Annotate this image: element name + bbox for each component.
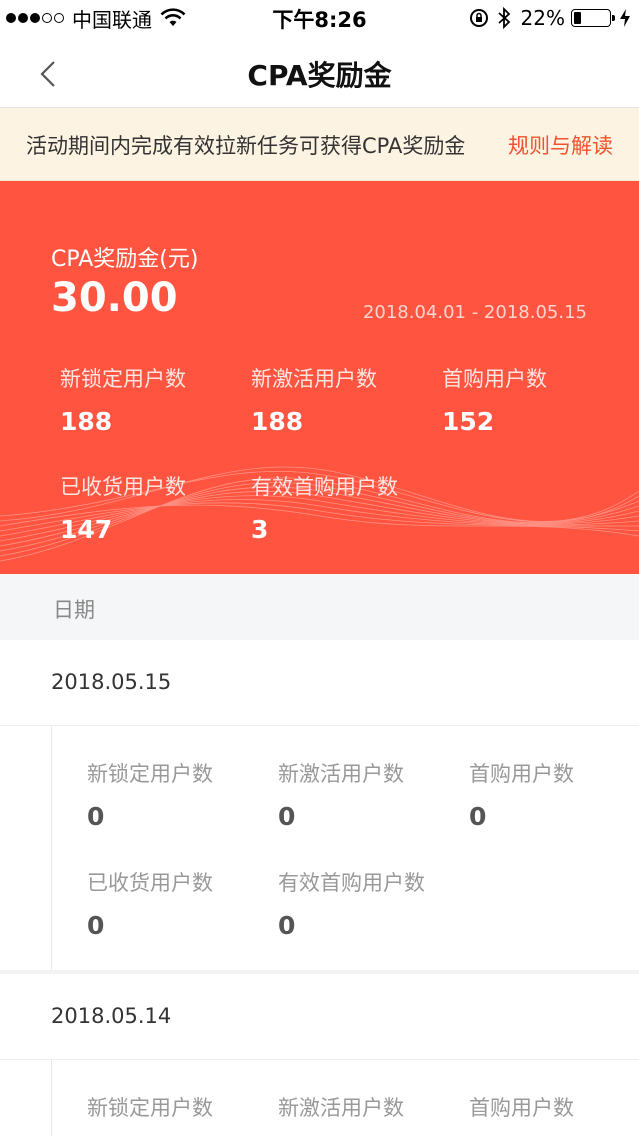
day-stat-received-users: 已收货用户数 0 [87,867,213,940]
stat-label: 新激活用户数 [278,762,404,786]
stat-label: 有效首购用户数 [278,871,425,895]
stat-label: 新激活用户数 [278,1096,404,1120]
day-stats: 新锁定用户数 新激活用户数 首购用户数 [0,1060,639,1136]
stat-label: 新锁定用户数 [60,367,186,391]
stat-value: 0 [469,802,487,831]
battery-fill [574,12,582,24]
rotation-lock-icon [469,9,488,27]
stat-value: 147 [60,515,113,544]
status-right: 22% [469,6,631,30]
divider [51,726,52,970]
notice-text: 活动期间内完成有效拉新任务可获得CPA奖励金 [26,134,466,158]
stat-value: 0 [278,802,296,831]
stat-label: 已收货用户数 [87,871,213,895]
stat-label: 新锁定用户数 [87,1096,213,1120]
stat-value: 0 [87,911,105,940]
stat-value: 0 [87,802,105,831]
stat-label: 新激活用户数 [251,367,377,391]
reward-amount: 30.00 [51,275,178,321]
battery-percent: 22% [520,6,565,30]
stat-label: 已收货用户数 [60,475,186,499]
stat-new-locked-users: 新锁定用户数 188 [60,363,186,436]
stat-new-activated-users: 新激活用户数 188 [251,363,377,436]
summary-card: CPA奖励金(元) 30.00 2018.04.01 - 2018.05.15 … [0,181,639,574]
bluetooth-icon [497,7,510,29]
stat-valid-first-purchase-users: 有效首购用户数 3 [251,471,398,544]
divider [51,1060,52,1136]
battery-icon [571,9,615,27]
stat-label: 新锁定用户数 [87,762,213,786]
day-stat-new-locked-users: 新锁定用户数 0 [87,758,213,831]
stat-label: 首购用户数 [442,367,547,391]
nav-bar: CPA奖励金 [0,36,639,108]
day-stat-valid-first-purchase-users: 有效首购用户数 0 [278,867,425,940]
stat-value: 3 [251,515,269,544]
stat-first-purchase-users: 首购用户数 152 [442,363,547,436]
day-stat-new-activated-users: 新激活用户数 [278,1092,404,1122]
rules-link[interactable]: 规则与解读 [508,130,613,160]
status-bar: 中国联通 下午8:26 22% [0,0,639,36]
day-date: 2018.05.14 [51,1004,172,1028]
date-list-header: 日期 [0,574,639,640]
charging-bolt-icon [620,9,630,27]
day-stat-first-purchase-users: 首购用户数 [469,1092,574,1122]
stat-value: 152 [442,407,495,436]
stat-received-users: 已收货用户数 147 [60,471,186,544]
day-date: 2018.05.15 [51,670,172,694]
stat-value: 188 [251,407,304,436]
stat-label: 有效首购用户数 [251,475,398,499]
stat-value: 0 [278,911,296,940]
date-range: 2018.04.01 - 2018.05.15 [362,302,587,323]
notice-banner: 活动期间内完成有效拉新任务可获得CPA奖励金 规则与解读 [0,108,639,181]
day-date-row: 2018.05.15 [0,640,639,726]
day-stat-new-activated-users: 新激活用户数 0 [278,758,404,831]
reward-label: CPA奖励金(元) [51,247,199,272]
day-date-row: 2018.05.14 [0,974,639,1060]
day-stats: 新锁定用户数 0 新激活用户数 0 首购用户数 0 已收货用户数 0 有效首购用… [0,726,639,970]
stat-label: 首购用户数 [469,762,574,786]
day-stat-first-purchase-users: 首购用户数 0 [469,758,574,831]
day-stat-new-locked-users: 新锁定用户数 [87,1092,213,1122]
stat-value: 188 [60,407,113,436]
stat-label: 首购用户数 [469,1096,574,1120]
page-title: CPA奖励金 [247,59,392,92]
date-header-label: 日期 [53,598,95,622]
